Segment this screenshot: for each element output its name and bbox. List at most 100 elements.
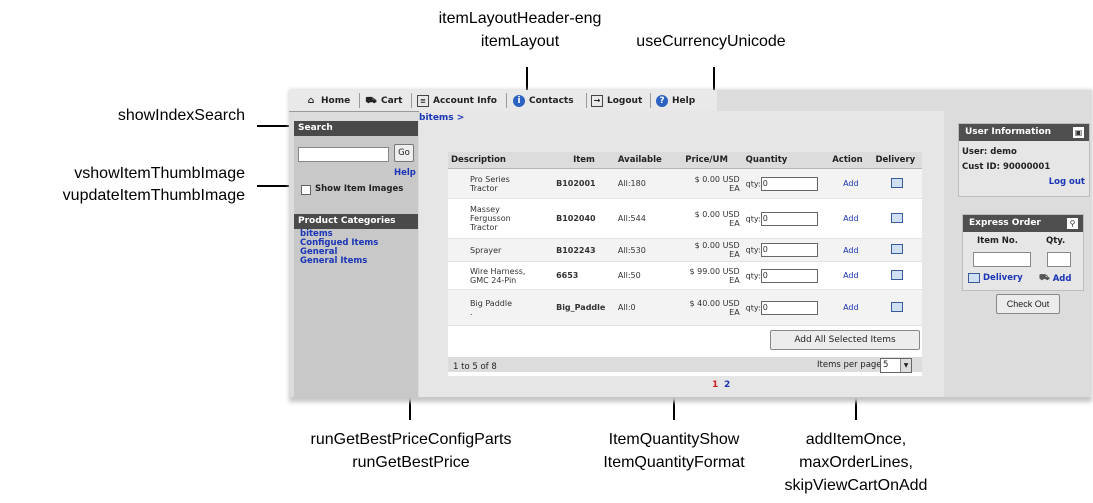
callout-item-layout-header: itemLayoutHeader-eng (438, 10, 602, 27)
nav-account-info[interactable]: ≡ Account Info (417, 93, 497, 108)
item-number: B102001 (553, 168, 615, 199)
description-line: Sprayer (470, 245, 502, 255)
price-value: $ 99.00 USD (689, 266, 740, 276)
add-item-link[interactable]: Add (843, 214, 859, 223)
description-line: Tractor (470, 183, 498, 193)
express-delivery-link[interactable]: Delivery (968, 273, 1023, 283)
delivery-icon[interactable] (891, 244, 904, 254)
price-value: $ 0.00 USD (694, 174, 740, 184)
delivery-icon[interactable] (891, 177, 904, 188)
nav-divider (506, 93, 507, 108)
item-availability: All:180 (614, 168, 671, 199)
item-action: Add (829, 198, 873, 239)
item-delivery (872, 238, 922, 262)
category-link[interactable]: General Items (300, 257, 378, 266)
add-item-link[interactable]: Add (843, 303, 859, 312)
delivery-icon[interactable] (891, 301, 904, 312)
item-price: $ 40.00 USD EA (670, 289, 743, 326)
per-page-label: Items per page: (817, 360, 885, 370)
price-unit: EA (729, 275, 740, 285)
logout-icon: → (591, 94, 603, 107)
callout-line-thumb (257, 185, 289, 187)
table-header-row: Description Item Available Price/UM Quan… (448, 152, 922, 169)
callout-best-price: runGetBestPrice (352, 454, 470, 471)
page-link[interactable]: 2 (724, 380, 730, 390)
add-all-selected-button[interactable]: Add All Selected Items (770, 330, 920, 350)
breadcrumb[interactable]: bitems > (419, 113, 464, 123)
express-add-link[interactable]: ⛟ Add (1039, 273, 1071, 284)
col-delivery: Delivery (872, 152, 922, 169)
quantity-input[interactable]: 0 (760, 211, 818, 226)
express-qty-input[interactable] (1047, 252, 1071, 267)
search-panel-title: Search (294, 121, 418, 136)
chevron-down-icon: ▼ (900, 359, 911, 372)
nav-divider (650, 93, 651, 108)
quantity-input[interactable]: 0 (760, 300, 818, 315)
user-icon: ⚲ (1067, 218, 1078, 229)
delivery-icon[interactable] (891, 212, 904, 223)
item-number: B102040 (553, 198, 615, 239)
add-item-link[interactable]: Add (843, 246, 859, 255)
item-availability: All:50 (614, 261, 671, 290)
callout-max-lines: maxOrderLines, (799, 454, 913, 471)
price-unit: EA (729, 218, 740, 228)
id-card-icon: ▣ (1073, 127, 1084, 138)
express-order-title: Express Order ⚲ (963, 215, 1083, 232)
table-row: Big Paddle. Big_Paddle All:0 $ 40.00 USD EA q… (448, 289, 922, 326)
add-item-link[interactable]: Add (843, 271, 859, 280)
delivery-icon[interactable] (891, 269, 904, 280)
callout-index-search: showIndexSearch (117, 107, 245, 124)
item-number: 6653 (553, 261, 615, 290)
nav-divider (359, 93, 360, 108)
item-quantity: qty: 0 (742, 238, 830, 262)
col-price: Price/UM (670, 152, 743, 169)
nav-home[interactable]: ⌂ Home (305, 93, 350, 108)
item-no-label: Item No. (977, 236, 1018, 246)
nav-divider (411, 93, 412, 108)
show-images-checkbox[interactable] (301, 185, 311, 195)
go-button[interactable]: Go (394, 144, 414, 162)
item-description: Pro Series Tractor (448, 168, 554, 199)
callout-show-thumb: vshowItemThumbImage (74, 165, 245, 182)
item-availability: All:0 (614, 289, 671, 326)
nav-help[interactable]: ? Help (656, 93, 695, 108)
search-input[interactable] (298, 147, 389, 162)
price-value: $ 40.00 USD (689, 298, 740, 308)
description-line: Fergusson (470, 214, 511, 223)
item-availability: All:544 (614, 198, 671, 239)
qty-prefix: qty: (745, 214, 761, 223)
check-out-button[interactable]: Check Out (996, 294, 1060, 314)
express-item-input[interactable] (973, 252, 1031, 267)
item-description: Massey Fergusson Tractor (448, 198, 554, 239)
item-quantity: qty: 0 (742, 168, 830, 199)
main-content: bitems > Description Item Available Pric… (419, 111, 944, 397)
col-item: Item (553, 152, 615, 169)
col-description: Description (448, 152, 554, 169)
item-price: $ 0.00 USD EA (670, 168, 743, 199)
price-unit: EA (729, 183, 740, 193)
item-description: Wire Harness, GMC 24-Pin (448, 261, 554, 290)
quantity-input[interactable]: 0 (760, 243, 818, 257)
nav-divider (586, 93, 587, 108)
logout-link[interactable]: Log out (1049, 177, 1085, 187)
col-action: Action (829, 152, 873, 169)
nav-cart[interactable]: ⛟ Cart (365, 93, 402, 108)
item-action: Add (829, 261, 873, 290)
nav-logout[interactable]: → Logout (591, 93, 642, 108)
price-value: $ 0.00 USD (694, 209, 740, 219)
qty-prefix: qty: (745, 303, 761, 312)
item-number: B102243 (553, 238, 615, 262)
nav-home-label: Home (321, 95, 351, 106)
quantity-input[interactable]: 0 (760, 176, 818, 191)
page-current[interactable]: 1 (712, 380, 718, 390)
callout-item-layout: itemLayout (480, 33, 560, 50)
search-help-link[interactable]: Help (394, 168, 416, 178)
qty-prefix: qty: (745, 179, 761, 188)
col-available: Available (614, 152, 671, 169)
nav-contacts[interactable]: i Contacts (513, 93, 574, 108)
table-row: Massey Fergusson Tractor B102040 All:544 $ 0.… (448, 198, 922, 239)
callout-currency: useCurrencyUnicode (636, 33, 786, 50)
quantity-input[interactable]: 0 (760, 268, 818, 283)
per-page-select[interactable]: 5 ▼ (880, 358, 912, 373)
add-item-link[interactable]: Add (843, 179, 859, 188)
